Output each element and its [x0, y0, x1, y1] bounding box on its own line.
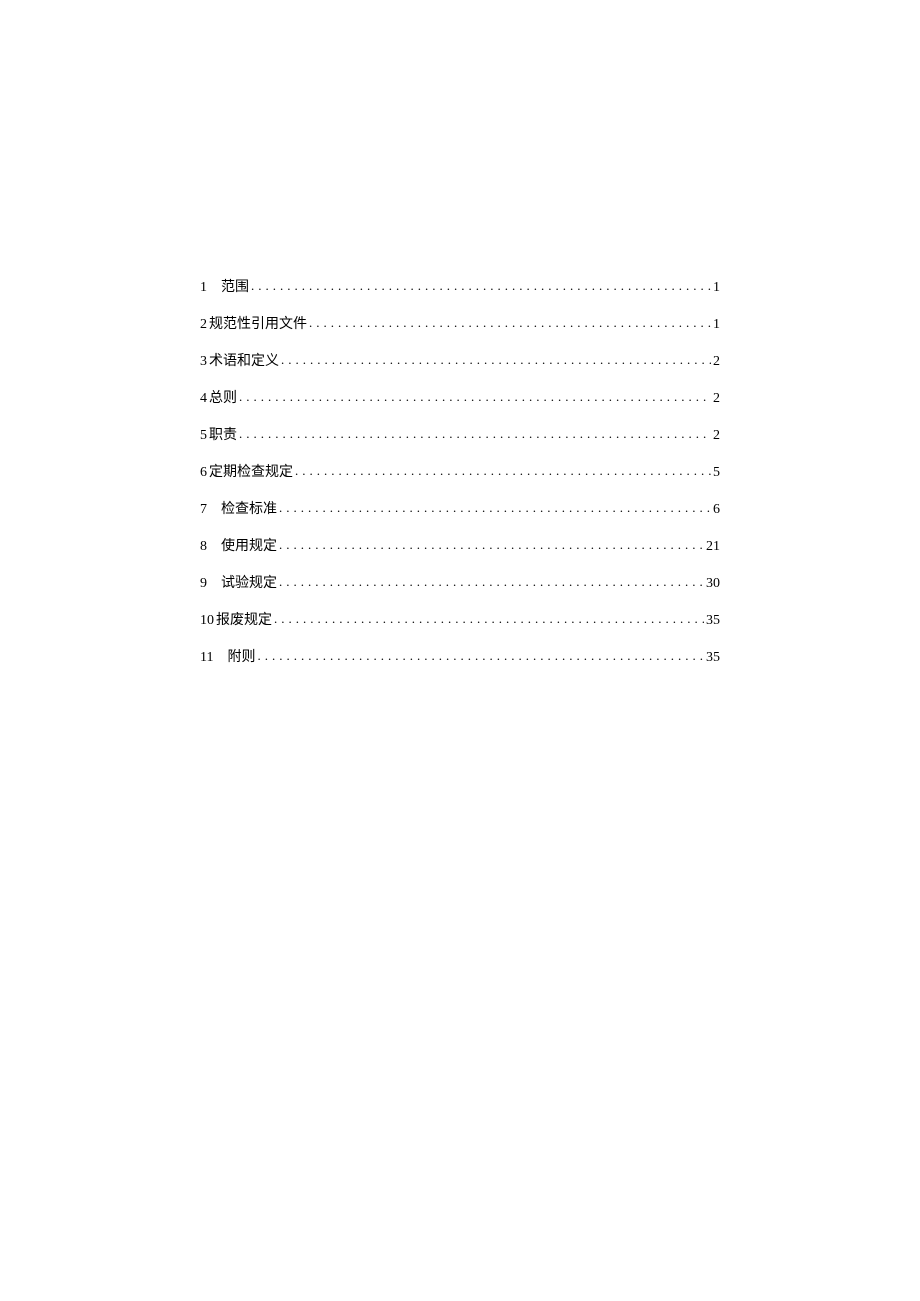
toc-entry-title: 职责	[209, 429, 237, 443]
toc-leader-dots	[239, 390, 711, 403]
toc-entry-number: 3	[200, 355, 207, 369]
toc-entry-page: 1	[713, 318, 720, 332]
toc-entry-page: 2	[713, 355, 720, 369]
toc-entry-title: 报废规定	[216, 614, 272, 628]
toc-entry-title: 总则	[209, 392, 237, 406]
toc-leader-dots	[309, 316, 711, 329]
toc-entry-page: 2	[713, 429, 720, 443]
toc-entry-number: 11	[200, 651, 213, 665]
toc-entry-number: 10	[200, 614, 214, 628]
toc-entry-title: 范围	[221, 281, 249, 295]
toc-entry-title: 规范性引用文件	[209, 318, 307, 332]
toc-leader-dots	[257, 649, 704, 662]
table-of-contents: 1范围12规范性引用文件13术语和定义24总则25职责26定期检查规定57检查标…	[200, 280, 720, 665]
toc-leader-dots	[239, 427, 711, 440]
toc-entry-page: 2	[713, 392, 720, 406]
toc-entry-title: 试验规定	[221, 577, 277, 591]
toc-leader-dots	[295, 464, 711, 477]
toc-entry: 8 使用规定 21	[200, 539, 720, 554]
toc-leader-dots	[279, 538, 704, 551]
toc-entry-page: 35	[706, 614, 720, 628]
toc-entry-number: 1	[200, 281, 207, 295]
toc-entry-title: 术语和定义	[209, 355, 279, 369]
toc-entry: 3术语和定义 2	[200, 354, 720, 369]
toc-entry-number: 5	[200, 429, 207, 443]
toc-entry-page: 35	[706, 651, 720, 665]
toc-entry: 5职责 2	[200, 428, 720, 443]
toc-entry-page: 1	[713, 281, 720, 295]
toc-entry-page: 6	[713, 503, 720, 517]
toc-entry-number: 4	[200, 392, 207, 406]
toc-entry: 9 试验规定 30	[200, 576, 720, 591]
toc-entry-number: 7	[200, 503, 207, 517]
toc-entry-number: 2	[200, 318, 207, 332]
toc-leader-dots	[251, 279, 711, 292]
toc-entry-number: 8	[200, 540, 207, 554]
document-page: 1范围12规范性引用文件13术语和定义24总则25职责26定期检查规定57检查标…	[0, 0, 920, 665]
toc-entry: 10报废规定 35	[200, 613, 720, 628]
toc-entry-title: 附则	[227, 651, 255, 665]
toc-entry-title: 定期检查规定	[209, 466, 293, 480]
toc-entry: 2规范性引用文件 1	[200, 317, 720, 332]
toc-entry-title: 检查标准	[221, 503, 277, 517]
toc-entry: 11 附则 35	[200, 650, 720, 665]
toc-entry-number: 6	[200, 466, 207, 480]
toc-leader-dots	[281, 353, 711, 366]
toc-leader-dots	[279, 575, 704, 588]
toc-leader-dots	[274, 612, 704, 625]
toc-entry-page: 21	[706, 540, 720, 554]
toc-entry-title: 使用规定	[221, 540, 277, 554]
toc-entry: 7 检查标准 6	[200, 502, 720, 517]
toc-leader-dots	[279, 501, 711, 514]
toc-entry-page: 30	[706, 577, 720, 591]
toc-entry: 1 范围 1	[200, 280, 720, 295]
toc-entry-page: 5	[713, 466, 720, 480]
toc-entry-number: 9	[200, 577, 207, 591]
toc-entry: 4总则 2	[200, 391, 720, 406]
toc-entry: 6定期检查规定 5	[200, 465, 720, 480]
